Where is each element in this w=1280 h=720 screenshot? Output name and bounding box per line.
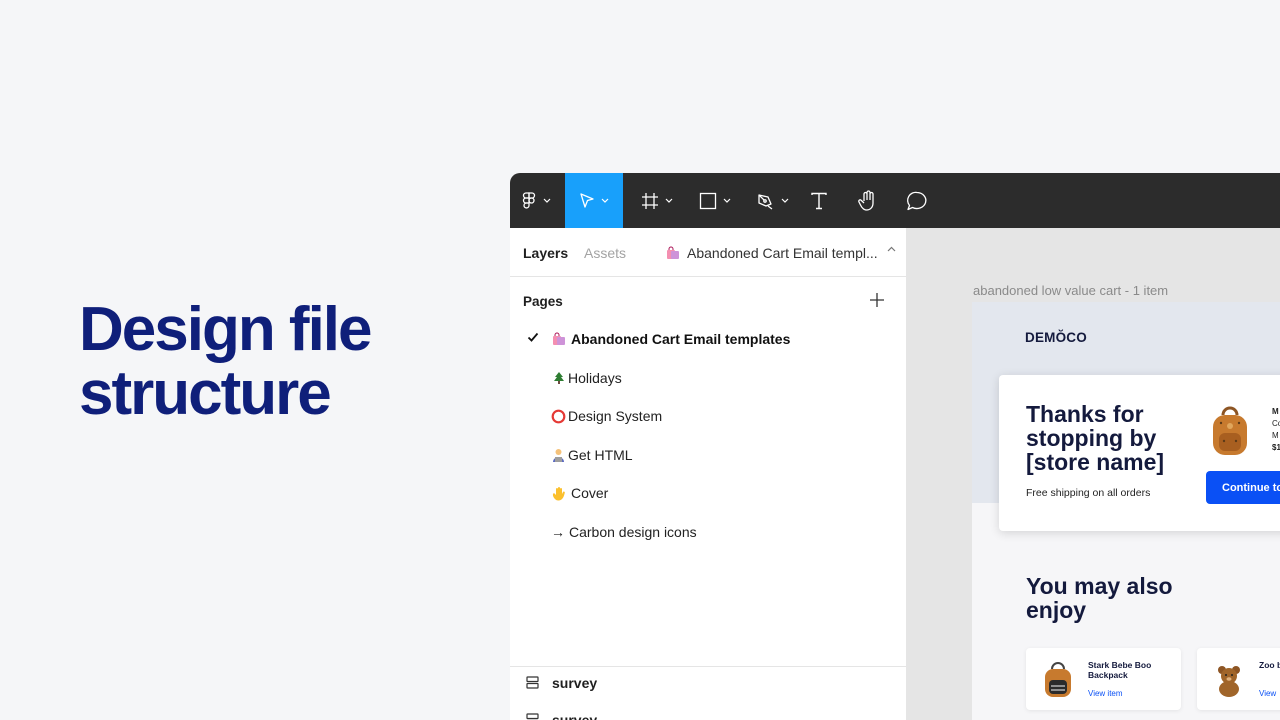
layer-row-survey[interactable]: survey bbox=[510, 668, 907, 698]
frame-tool-button[interactable] bbox=[632, 173, 682, 228]
hero-title: Design file structure bbox=[79, 295, 373, 428]
text-tool-button[interactable] bbox=[806, 173, 832, 228]
panel-tabs: Layers Assets Abandoned Cart Email templ… bbox=[510, 228, 907, 277]
page-item-label: Holidays bbox=[568, 370, 622, 386]
chevron-down-icon bbox=[723, 198, 731, 203]
comment-tool-icon bbox=[907, 191, 927, 210]
view-item-link[interactable]: View item bbox=[1088, 689, 1123, 698]
page-item-cover[interactable]: Cover bbox=[510, 478, 907, 508]
hand-tool-icon bbox=[858, 189, 874, 211]
teddy-backpack-image bbox=[1218, 666, 1240, 697]
move-tool-button[interactable] bbox=[565, 173, 623, 228]
pen-tool-button[interactable] bbox=[748, 173, 798, 228]
chevron-up-icon[interactable] bbox=[887, 246, 896, 252]
page-item-label: Get HTML bbox=[568, 447, 633, 463]
waving-hand-icon bbox=[551, 486, 566, 501]
comment-tool-button[interactable] bbox=[903, 173, 931, 228]
layer-label: survey bbox=[552, 675, 598, 691]
chevron-down-icon bbox=[781, 198, 789, 203]
backpack-image bbox=[1045, 662, 1071, 697]
move-tool-icon bbox=[580, 193, 594, 208]
pen-tool-icon bbox=[758, 193, 773, 210]
hand-tool-button[interactable] bbox=[855, 173, 881, 228]
page-item-label: Design System bbox=[568, 408, 663, 424]
red-circle-icon bbox=[551, 409, 566, 424]
technologist-icon bbox=[551, 448, 566, 463]
recommendation-card[interactable]: Stark Bebe Boo Backpack View item bbox=[1026, 648, 1181, 710]
mini-product-info: M Co M $1 bbox=[1272, 407, 1280, 452]
rectangle-tool-icon bbox=[699, 192, 717, 209]
tab-assets[interactable]: Assets bbox=[584, 245, 626, 261]
canvas[interactable]: abandoned low value cart - 1 item DEMŎCO… bbox=[907, 228, 1280, 720]
main-menu-button[interactable] bbox=[510, 173, 562, 228]
frame-label[interactable]: abandoned low value cart - 1 item bbox=[973, 283, 1168, 298]
page-item-label: Carbon design icons bbox=[569, 524, 697, 540]
current-page-label: Abandoned Cart Email templ... bbox=[687, 245, 878, 261]
shipping-note: Free shipping on all orders bbox=[1026, 487, 1151, 499]
recommendation-card[interactable]: Zoo back View bbox=[1197, 648, 1280, 710]
view-item-link[interactable]: View bbox=[1259, 689, 1276, 698]
hero-card: Thanks for stopping by [store name] Free… bbox=[999, 375, 1280, 531]
add-page-icon[interactable] bbox=[869, 292, 885, 308]
pages-header: Pages bbox=[523, 294, 563, 309]
component-rows-icon bbox=[526, 676, 539, 689]
panel-divider bbox=[510, 666, 907, 667]
chevron-down-icon bbox=[601, 198, 609, 203]
figma-menu-icon bbox=[522, 191, 536, 209]
hero-title-line-2: structure bbox=[79, 359, 332, 428]
left-panel: Layers Assets Abandoned Cart Email templ… bbox=[510, 228, 907, 720]
page-item-label: Cover bbox=[571, 485, 609, 501]
tab-layers[interactable]: Layers bbox=[523, 245, 568, 261]
page-item-label: Abandoned Cart Email templates bbox=[571, 331, 791, 347]
hero-title-line-1: Design file bbox=[79, 295, 373, 364]
toolbar bbox=[510, 173, 1280, 228]
email-headline: Thanks for stopping by [store name] bbox=[1026, 401, 1165, 475]
arrow-icon: → bbox=[551, 524, 565, 540]
layer-label: survey bbox=[552, 712, 598, 720]
figma-window: Layers Assets Abandoned Cart Email templ… bbox=[510, 173, 1280, 720]
shape-tool-button[interactable] bbox=[690, 173, 740, 228]
continue-button[interactable]: Continue to bbox=[1206, 471, 1280, 504]
you-may-also-enjoy-heading: You may also enjoy bbox=[1026, 573, 1173, 623]
chevron-down-icon bbox=[543, 198, 551, 203]
christmas-tree-icon bbox=[551, 371, 566, 386]
shopping-bags-icon bbox=[551, 332, 566, 347]
page-item-abandoned-cart[interactable]: Abandoned Cart Email templates bbox=[510, 324, 907, 354]
page-item-design-system[interactable]: Design System bbox=[510, 401, 907, 431]
frame-tool-icon bbox=[642, 192, 658, 209]
page-item-holidays[interactable]: Holidays bbox=[510, 363, 907, 393]
component-rows-icon bbox=[526, 713, 539, 720]
current-page-selector[interactable]: Abandoned Cart Email templ... bbox=[665, 245, 878, 261]
chevron-down-icon bbox=[665, 198, 673, 203]
recommendation-title: Stark Bebe Boo Backpack bbox=[1088, 660, 1152, 680]
checkmark-icon bbox=[527, 332, 539, 342]
layer-row-survey-2[interactable]: survey bbox=[510, 705, 907, 720]
shopping-bags-icon bbox=[665, 246, 680, 261]
recommendation-title: Zoo back bbox=[1259, 660, 1280, 670]
backpack-image bbox=[1213, 406, 1247, 455]
email-frame[interactable]: DEMŎCO Thanks for stopping by [store nam… bbox=[972, 302, 1280, 720]
page-item-carbon-icons[interactable]: → Carbon design icons bbox=[510, 517, 907, 547]
page-item-get-html[interactable]: Get HTML bbox=[510, 440, 907, 470]
text-tool-icon bbox=[811, 192, 827, 209]
brand-logo: DEMŎCO bbox=[1025, 330, 1087, 345]
